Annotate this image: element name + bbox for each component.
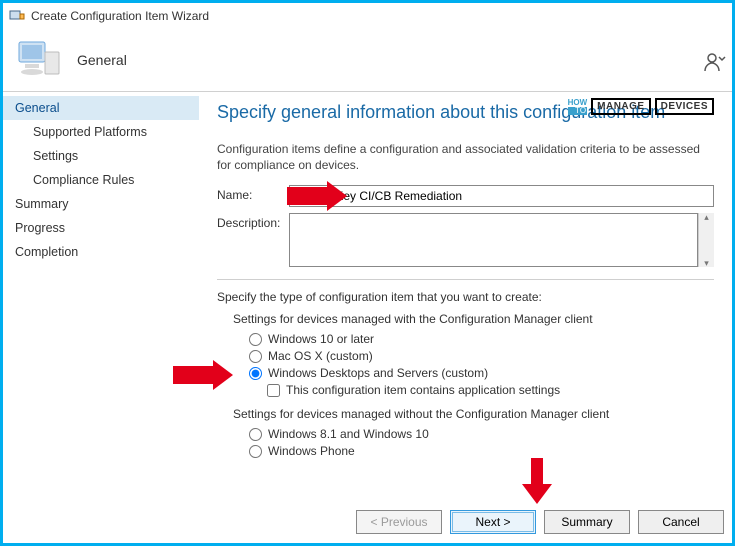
opt-wds[interactable]: Windows Desktops and Servers (custom) — [249, 366, 714, 380]
name-label: Name: — [217, 185, 289, 202]
radio-wp[interactable] — [249, 445, 262, 458]
opt-label: This configuration item contains applica… — [286, 383, 560, 397]
next-button[interactable]: Next > — [450, 510, 536, 534]
nav-settings[interactable]: Settings — [3, 144, 199, 168]
radio-wds[interactable] — [249, 367, 262, 380]
nav-label: Compliance Rules — [33, 173, 134, 187]
sidebar: General Supported Platforms Settings Com… — [3, 92, 199, 542]
nav-label: Supported Platforms — [33, 125, 147, 139]
radio-mac[interactable] — [249, 350, 262, 363]
group1-title: Settings for devices managed with the Co… — [233, 312, 714, 326]
intro-text: Configuration items define a configurati… — [217, 141, 714, 173]
header-title: General — [77, 52, 127, 68]
opt-win81[interactable]: Windows 8.1 and Windows 10 — [249, 427, 714, 441]
opt-appsettings[interactable]: This configuration item contains applica… — [267, 383, 714, 397]
section-divider — [217, 279, 714, 280]
radio-win10[interactable] — [249, 333, 262, 346]
nav-summary[interactable]: Summary — [3, 192, 199, 216]
nav-label: Completion — [15, 245, 78, 259]
opt-label: Windows 8.1 and Windows 10 — [268, 427, 429, 441]
annotation-arrow-icon — [522, 458, 552, 504]
opt-win10[interactable]: Windows 10 or later — [249, 332, 714, 346]
name-row: Name: — [217, 185, 714, 207]
wm-manage: MANAGE — [591, 98, 650, 115]
nav-compliance-rules[interactable]: Compliance Rules — [3, 168, 199, 192]
main-panel: HOWTO MANAGE DEVICES Specify general inf… — [199, 92, 732, 542]
group-managed-with-cm: Settings for devices managed with the Co… — [233, 312, 714, 397]
user-icon[interactable] — [704, 51, 726, 73]
name-input[interactable] — [289, 185, 714, 207]
opt-wp[interactable]: Windows Phone — [249, 444, 714, 458]
description-input[interactable] — [289, 213, 698, 267]
cancel-button[interactable]: Cancel — [638, 510, 724, 534]
opt-label: Mac OS X (custom) — [268, 349, 373, 363]
nav-supported-platforms[interactable]: Supported Platforms — [3, 120, 199, 144]
description-label: Description: — [217, 213, 289, 230]
wizard-window: Create Configuration Item Wizard General… — [0, 0, 735, 546]
nav-label: General — [15, 101, 59, 115]
nav-completion[interactable]: Completion — [3, 240, 199, 264]
nav-label: Summary — [15, 197, 68, 211]
opt-label: Windows Desktops and Servers (custom) — [268, 366, 488, 380]
nav-label: Progress — [15, 221, 65, 235]
check-appsettings[interactable] — [267, 384, 280, 397]
group2-title: Settings for devices managed without the… — [233, 407, 714, 421]
nav-progress[interactable]: Progress — [3, 216, 199, 240]
watermark-logo: HOWTO MANAGE DEVICES — [568, 98, 714, 115]
type-title: Specify the type of configuration item t… — [217, 290, 714, 304]
nav-label: Settings — [33, 149, 78, 163]
wizard-buttons: < Previous Next > Summary Cancel — [356, 510, 724, 534]
wizard-icon — [9, 8, 25, 24]
wm-to: TO — [568, 107, 588, 115]
group-managed-without-cm: Settings for devices managed without the… — [233, 407, 714, 458]
computer-icon — [15, 36, 63, 84]
body: General Supported Platforms Settings Com… — [3, 92, 732, 542]
previous-button: < Previous — [356, 510, 442, 534]
nav-general[interactable]: General — [3, 96, 199, 120]
opt-label: Windows 10 or later — [268, 332, 374, 346]
wm-devices: DEVICES — [655, 98, 714, 115]
radio-win81[interactable] — [249, 428, 262, 441]
summary-button[interactable]: Summary — [544, 510, 630, 534]
textarea-scrollbar[interactable]: ▴▾ — [698, 213, 714, 267]
header: General — [3, 29, 732, 91]
opt-mac[interactable]: Mac OS X (custom) — [249, 349, 714, 363]
description-row: Description: ▴▾ — [217, 213, 714, 267]
window-title: Create Configuration Item Wizard — [31, 9, 209, 23]
title-bar: Create Configuration Item Wizard — [3, 3, 732, 29]
opt-label: Windows Phone — [268, 444, 355, 458]
